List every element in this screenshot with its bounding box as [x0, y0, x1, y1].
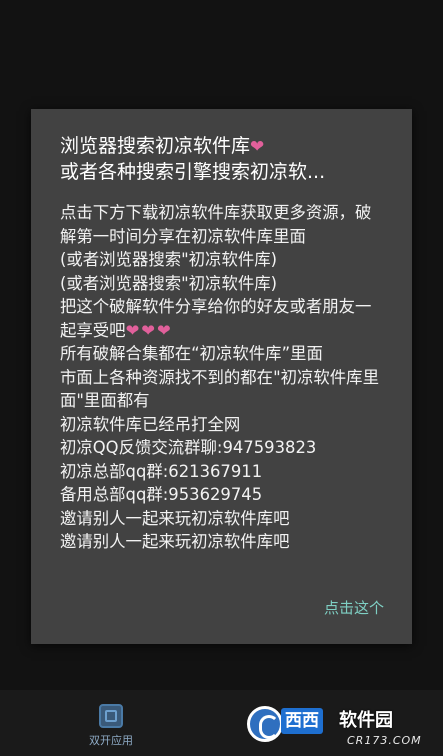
message-line: 邀请别人一起来玩初凉软件库吧	[60, 532, 290, 551]
promo-dialog: 浏览器搜索初凉软件库❤ 或者各种搜索引擎搜索初凉软... 点击下方下载初凉软件库…	[31, 109, 412, 644]
message-line: 把这个破解软件分享给你的好友或者朋友一起享受吧❤❤❤	[60, 295, 384, 342]
message-line: (或者浏览器搜索"初凉软件库)	[60, 273, 278, 293]
heart-icon: ❤	[250, 137, 265, 157]
message-line: (或者浏览器搜索"初凉软件库)	[60, 250, 278, 269]
dialog-title: 浏览器搜索初凉软件库❤ 或者各种搜索引擎搜索初凉软...	[60, 134, 384, 185]
message-line: 备用总部qq群:953629745	[60, 485, 263, 504]
nav-item-dual-apps[interactable]: 双开应用	[78, 704, 144, 748]
title-line-2: 或者各种搜索引擎搜索初凉软...	[60, 161, 326, 183]
watermark-name: 软件园	[339, 710, 393, 731]
message-line: 所有破解合集都在“初凉软件库”里面	[60, 344, 323, 363]
nav-item-label: 双开应用	[89, 734, 133, 747]
dialog-message: 点击下方下载初凉软件库获取更多资源，破解第一时间分享在初凉软件库里面 (或者浏览…	[60, 201, 384, 554]
message-line: 初凉总部qq群:621367911	[60, 461, 263, 481]
message-line-text: 把这个破解软件分享给你的好友或者朋友一起享受吧	[60, 297, 372, 340]
message-line: 邀请别人一起来玩初凉软件库吧	[60, 508, 290, 528]
message-line: 市面上各种资源找不到的都在"初凉软件库里面"里面都有	[60, 367, 379, 411]
watermark-site: CR173.COM	[347, 734, 422, 747]
hearts-icon: ❤❤❤	[125, 320, 173, 340]
title-line-1: 浏览器搜索初凉软件库	[60, 135, 251, 157]
watermark-logo-icon	[247, 706, 283, 742]
site-watermark: 西西 软件园 CR173.COM	[243, 700, 443, 756]
dialog-action-button[interactable]: 点击这个	[324, 597, 384, 618]
message-line: 初凉软件库已经吊打全网	[60, 414, 241, 434]
dual-app-icon	[99, 704, 123, 728]
message-line: 点击下方下载初凉软件库获取更多资源，破解第一时间分享在初凉软件库里面	[60, 203, 372, 246]
message-line: 初凉QQ反馈交流群聊:947593823	[60, 438, 317, 457]
watermark-badge: 西西	[281, 708, 323, 734]
